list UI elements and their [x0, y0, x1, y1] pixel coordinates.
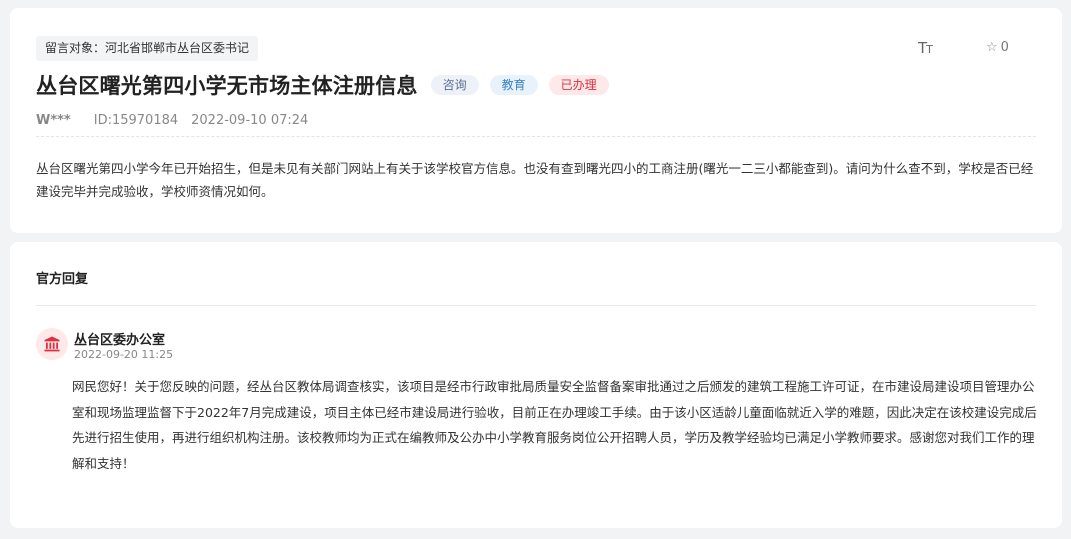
avatar: [36, 328, 68, 360]
reply-datetime: 2022-09-20 11:25: [74, 348, 174, 361]
font-size-toggle-icon[interactable]: TT: [918, 39, 933, 57]
title-row: 丛台区曙光第四小学无市场主体注册信息 咨询 教育 已办理: [36, 70, 609, 100]
message-meta: W*** ID:15970184 2022-09-10 07:24: [36, 113, 308, 128]
tag-education: 教育: [489, 75, 538, 95]
replier-name: 丛台区委办公室: [74, 333, 166, 348]
message-card: 留言对象：河北省邯郸市丛台区委书记 TT ☆ 0 丛台区曙光第四小学无市场主体注…: [10, 8, 1062, 233]
message-datetime: 2022-09-10 07:24: [191, 113, 309, 128]
divider: [36, 305, 1036, 306]
reply-content: 网民您好！关于您反映的问题，经丛台区教体局调查核实，该项目是经市行政审批局质量安…: [72, 379, 1037, 471]
author-name: W***: [36, 113, 71, 128]
official-reply-card: 官方回复 丛台区委办公室 2022-09-20 11:25 网民您好！关于您反映…: [10, 242, 1062, 528]
font-size-big-glyph: T: [918, 39, 927, 57]
favorite-button[interactable]: ☆ 0: [986, 40, 1009, 55]
reply-heading: 官方回复: [36, 272, 89, 287]
favorite-count: 0: [1000, 40, 1009, 55]
divider: [36, 136, 1036, 137]
status-badge: 已办理: [548, 75, 609, 95]
tag-consult: 咨询: [430, 75, 479, 95]
government-building-icon: [44, 336, 60, 352]
page-title: 丛台区曙光第四小学无市场主体注册信息: [36, 74, 418, 98]
star-outline-icon: ☆: [986, 40, 998, 55]
message-id: ID:15970184: [93, 113, 179, 128]
message-content: 丛台区曙光第四小学今年已开始招生，但是未见有关部门网站上有关于该学校官方信息。也…: [36, 161, 1034, 199]
font-size-small-glyph: T: [926, 43, 933, 56]
message-target-label: 留言对象：河北省邯郸市丛台区委书记: [36, 36, 259, 61]
